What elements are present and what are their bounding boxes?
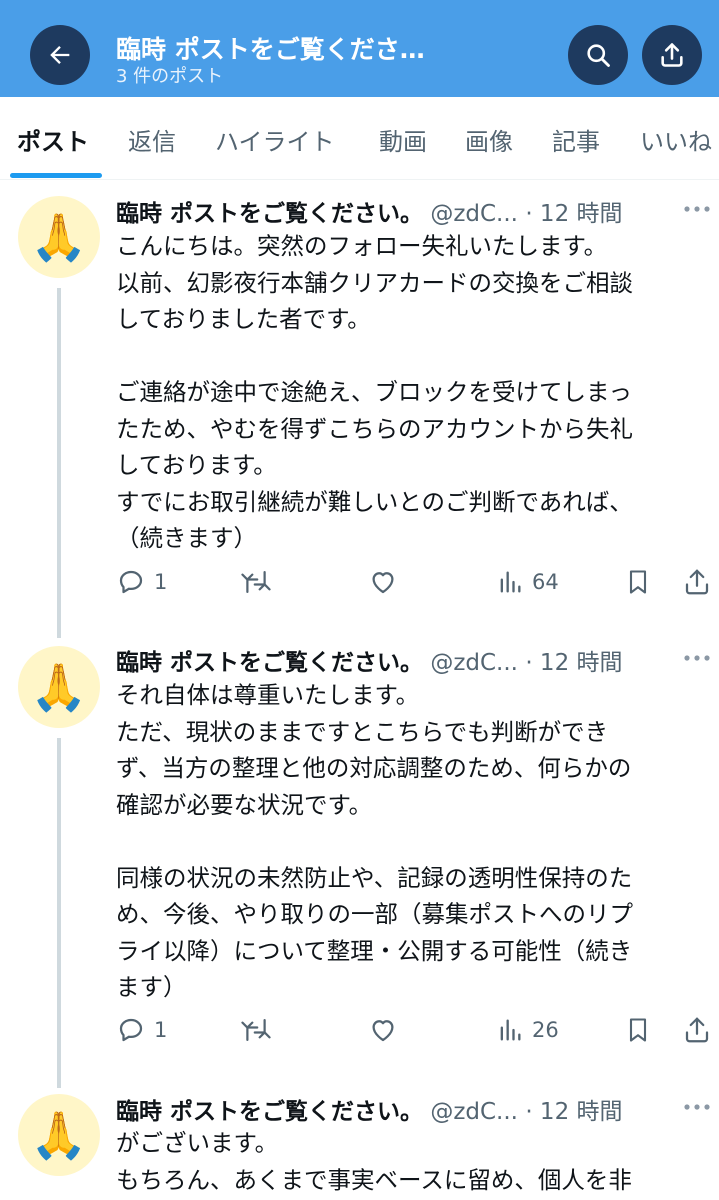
praying-hands-emoji: 🙏 <box>30 1108 88 1162</box>
post-time[interactable]: · 12 時間 <box>525 650 622 676</box>
view-count: 64 <box>532 570 559 594</box>
tab-likes[interactable]: いいね <box>640 122 712 157</box>
thread-line <box>57 738 61 1088</box>
repost-icon <box>241 571 271 593</box>
heart-icon <box>372 1020 394 1042</box>
views-button[interactable]: 26 <box>496 1012 559 1048</box>
display-name[interactable]: 臨時 ポストをご覧ください。 <box>116 1099 423 1125</box>
top-bar: 臨時 ポストをご覧くださ… 3 件のポスト <box>0 0 719 97</box>
heart-icon <box>372 572 394 594</box>
active-tab-indicator <box>10 173 102 178</box>
tab-replies[interactable]: 返信 <box>128 122 176 157</box>
user-handle[interactable]: @zdC... <box>430 1099 518 1125</box>
post-header: 臨時 ポストをご覧ください。 @zdC... · 12 時間 <box>116 643 676 676</box>
avatar[interactable]: 🙏 <box>18 646 100 728</box>
user-handle[interactable]: @zdC... <box>430 201 518 227</box>
display-name[interactable]: 臨時 ポストをご覧ください。 <box>116 650 423 676</box>
avatar[interactable]: 🙏 <box>18 1094 100 1176</box>
like-button[interactable] <box>368 1012 398 1048</box>
bookmark-button[interactable] <box>624 1012 652 1048</box>
more-options-icon[interactable] <box>682 204 712 214</box>
praying-hands-emoji: 🙏 <box>30 210 88 264</box>
view-count: 26 <box>532 1018 559 1042</box>
reply-count: 1 <box>154 570 168 594</box>
tab-images[interactable]: 画像 <box>465 122 513 157</box>
tab-posts[interactable]: ポスト <box>17 122 89 157</box>
tab-videos[interactable]: 動画 <box>379 122 427 157</box>
search-icon <box>587 44 610 67</box>
share-icon <box>685 1017 709 1043</box>
share-post-button[interactable] <box>682 1012 712 1048</box>
reply-icon <box>119 1018 143 1042</box>
more-options-icon[interactable] <box>682 653 712 663</box>
reply-button[interactable]: 1 <box>116 1012 167 1048</box>
praying-hands-emoji: 🙏 <box>30 660 88 714</box>
search-button[interactable] <box>568 25 628 85</box>
bookmark-icon <box>629 570 647 594</box>
views-button[interactable]: 64 <box>496 564 559 600</box>
post-header: 臨時 ポストをご覧ください。 @zdC... · 12 時間 <box>116 1092 676 1125</box>
repost-icon <box>241 1019 271 1041</box>
bar-chart-icon <box>500 571 521 593</box>
share-button[interactable] <box>642 25 702 85</box>
post-actions: 1 64 <box>116 564 719 600</box>
page-title: 臨時 ポストをご覧くださ… <box>116 35 425 64</box>
post-text: それ自体は尊重いたします。 ただ、現状のままですとこちらでも判断ができ ず、当方… <box>116 681 633 1001</box>
more-options-icon[interactable] <box>682 1102 712 1112</box>
tab-highlights[interactable]: ハイライト <box>215 122 335 157</box>
post-header: 臨時 ポストをご覧ください。 @zdC... · 12 時間 <box>116 194 676 227</box>
repost-button[interactable] <box>240 1012 272 1048</box>
bookmark-button[interactable] <box>624 564 652 600</box>
post-actions: 1 26 <box>116 1012 719 1048</box>
post-count: 3 件のポスト <box>116 66 224 87</box>
arrow-left-icon <box>50 46 70 64</box>
thread-line <box>57 288 61 638</box>
share-icon <box>661 43 683 67</box>
share-icon <box>685 569 709 595</box>
back-button[interactable] <box>30 25 90 85</box>
reply-icon <box>119 570 143 594</box>
post-text: がございます。 もちろん、あくまで事実ベースに留め、個人を非 <box>116 1129 632 1194</box>
user-handle[interactable]: @zdC... <box>430 650 518 676</box>
reply-count: 1 <box>154 1018 168 1042</box>
post-time[interactable]: · 12 時間 <box>525 201 622 227</box>
display-name[interactable]: 臨時 ポストをご覧ください。 <box>116 201 423 227</box>
post-time[interactable]: · 12 時間 <box>525 1099 622 1125</box>
like-button[interactable] <box>368 564 398 600</box>
bar-chart-icon <box>500 1019 521 1041</box>
post-text: こんにちは。突然のフォロー失礼いたします。 以前、幻影夜行本舗クリアカードの交換… <box>116 232 633 552</box>
tab-articles[interactable]: 記事 <box>552 122 600 157</box>
repost-button[interactable] <box>240 564 272 600</box>
avatar[interactable]: 🙏 <box>18 196 100 278</box>
reply-button[interactable]: 1 <box>116 564 167 600</box>
bookmark-icon <box>629 1018 647 1042</box>
profile-tabs: ポスト 返信 ハイライト 動画 画像 記事 いいね <box>0 97 719 180</box>
share-post-button[interactable] <box>682 564 712 600</box>
